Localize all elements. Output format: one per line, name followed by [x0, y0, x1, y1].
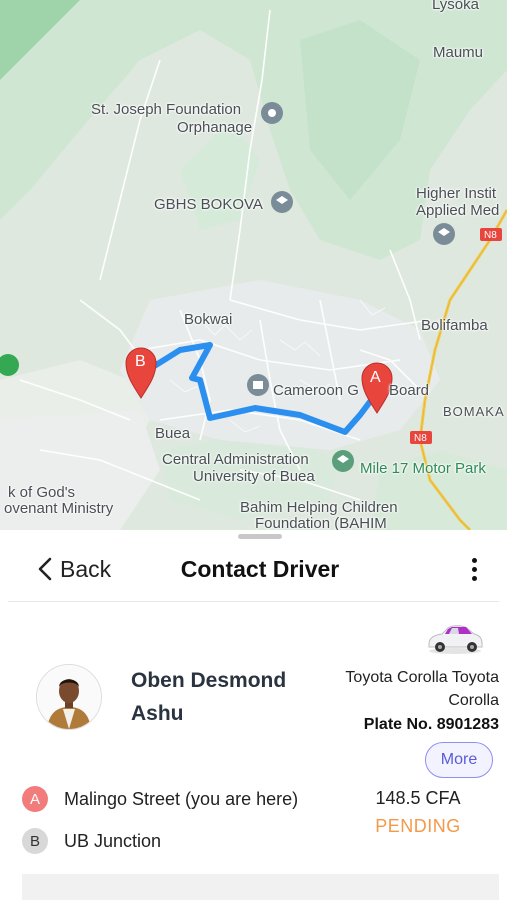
dropoff-stop: B UB Junction	[22, 828, 161, 854]
map-label: BOMAKA	[443, 404, 505, 419]
map-label: Bolifamba	[421, 317, 488, 334]
driver-photo	[37, 665, 101, 729]
map-label: Board	[389, 382, 430, 399]
n8-shield-label: N8	[414, 433, 427, 444]
map-label: Maumu	[433, 44, 484, 61]
dropoff-location: UB Junction	[64, 830, 162, 851]
map-label: Bahim Helping Children	[240, 499, 398, 516]
dropoff-badge: B	[22, 828, 48, 854]
pickup-stop: A Malingo Street (you are here)	[22, 786, 298, 812]
chevron-left-icon	[38, 557, 52, 581]
map-label: Mile 17 Motor Park	[360, 460, 486, 477]
map-label: Foundation (BAHIM	[255, 515, 387, 530]
divider	[8, 601, 499, 602]
map-label: k of God's	[8, 484, 76, 501]
map-label: Central Administration	[162, 451, 309, 468]
map-label: Buea	[155, 425, 191, 442]
drag-handle[interactable]	[238, 534, 282, 539]
map-label: Bokwai	[184, 311, 233, 328]
marker-a-label: A	[370, 369, 381, 386]
route-map[interactable]: Lysoka Maumu St. Joseph Foundation Orpha…	[0, 0, 507, 530]
map-label: Orphanage	[177, 119, 253, 136]
map-label: Higher Instit	[416, 185, 497, 202]
pickup-location: Malingo Street (you are here)	[64, 788, 299, 809]
status-badge: PENDING	[375, 816, 461, 836]
car-icon	[428, 625, 483, 654]
map-label: Cameroon G	[273, 382, 359, 399]
fare-amount: 148.5 CFA	[375, 788, 461, 808]
plate-number: Plate No. 8901283	[363, 716, 499, 733]
marker-b-label: B	[135, 353, 146, 370]
page-title: Contact Driver	[180, 556, 340, 582]
action-panel	[22, 874, 499, 900]
map-label: St. Joseph Foundation	[91, 101, 242, 118]
avatar	[36, 664, 102, 730]
map-label: University of Buea	[193, 468, 315, 485]
map-label: GBHS BOKOVA	[154, 196, 263, 213]
more-button[interactable]: More	[425, 742, 493, 778]
more-options-icon[interactable]	[462, 553, 486, 585]
map-label: Applied Med	[416, 202, 500, 219]
n8-shield-label: N8	[484, 230, 497, 241]
map-label: Lysoka	[432, 0, 479, 13]
map-label: ovenant Ministry	[4, 500, 114, 517]
pickup-badge: A	[22, 786, 48, 812]
driver-name: Oben Desmond Ashu	[131, 669, 287, 725]
back-button[interactable]: Back	[38, 553, 111, 585]
car-model: Toyota Corolla Toyota Corolla	[345, 669, 499, 709]
back-label: Back	[60, 555, 112, 582]
